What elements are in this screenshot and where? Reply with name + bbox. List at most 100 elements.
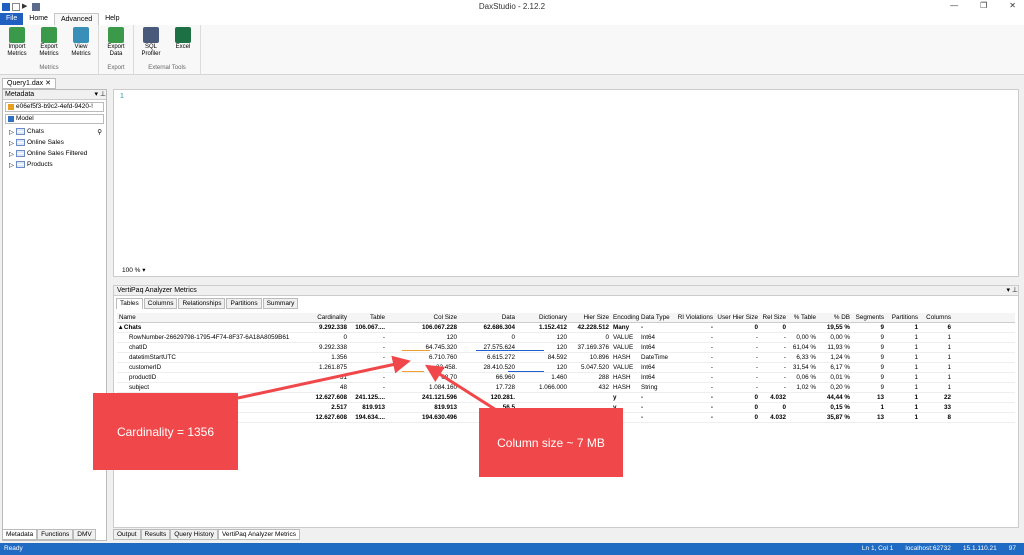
tab-tables[interactable]: Tables — [116, 298, 143, 309]
table-cell: 120 — [556, 364, 567, 371]
expand-icon[interactable]: ▷ — [9, 128, 14, 136]
tab-results[interactable]: Results — [140, 529, 171, 540]
tab-output[interactable]: Output — [113, 529, 141, 540]
pin-icon[interactable]: ▾ ⊥ — [94, 90, 106, 99]
table-cell: 6,17 % — [830, 364, 850, 371]
tree-item-chats[interactable]: ▷ Chats ⚲ — [3, 126, 106, 137]
column-header[interactable]: Data — [459, 314, 517, 321]
pin-icon[interactable]: ▾ ⊥ — [1006, 286, 1018, 295]
tab-home[interactable]: Home — [23, 13, 54, 25]
tab-query1[interactable]: Query1.dax ✕ — [2, 78, 57, 89]
tree-item-online-sales-filtered[interactable]: ▷ Online Sales Filtered — [3, 148, 106, 159]
search-icon[interactable]: ⚲ — [97, 128, 106, 136]
tab-vertipaq-metrics[interactable]: VertiPaq Analyzer Metrics — [217, 529, 300, 540]
column-header[interactable]: Partitions — [886, 314, 920, 321]
table-cell: datetimStartUTC — [129, 354, 176, 361]
table-cell: HASH — [613, 354, 631, 361]
table-row[interactable]: RowNumber-26629798-1795-4F74-8F37-6A18A8… — [117, 333, 1015, 343]
table-cell: 12.627.608 — [315, 394, 347, 401]
expand-icon[interactable]: ▷ — [9, 161, 14, 169]
table-cell: - — [755, 344, 758, 351]
sql-profiler-icon — [143, 27, 159, 43]
column-header[interactable]: Columns — [920, 314, 953, 321]
export-metrics-button[interactable]: Export Metrics — [35, 25, 63, 65]
tab-dmv[interactable]: DMV — [73, 529, 96, 540]
close-button[interactable]: ✕ — [1009, 1, 1016, 10]
table-cell: 1 — [914, 344, 918, 351]
table-cell: 120 — [556, 334, 567, 341]
column-header[interactable]: % Table — [788, 314, 818, 321]
table-row[interactable]: customerID 1.261.875 - 33.458. 28.410.520 120… — [117, 363, 1015, 373]
table-cell: 13 — [876, 394, 884, 401]
table-cell: 1 — [914, 364, 918, 371]
chevron-down-icon[interactable]: ▾ — [142, 267, 145, 274]
line-number: 1 — [120, 93, 124, 100]
column-header[interactable]: User Hier Size — [715, 314, 760, 321]
close-icon[interactable]: ✕ — [45, 80, 51, 87]
tab-summary[interactable]: Summary — [262, 298, 299, 309]
tab-partitions[interactable]: Partitions — [226, 298, 262, 309]
table-cell: 6.615.272 — [486, 354, 515, 361]
tab-help[interactable]: Help — [99, 13, 125, 25]
tab-columns[interactable]: Columns — [143, 298, 178, 309]
model-selector[interactable]: Model — [5, 114, 104, 124]
tab-metadata[interactable]: Metadata — [2, 529, 38, 540]
tab-file[interactable]: File — [0, 13, 24, 25]
tab-relationships[interactable]: Relationships — [178, 298, 226, 309]
table-row[interactable]: chatID 9.292.338-64.745.320 27.575.624 120 3… — [117, 343, 1015, 353]
view-metrics-button[interactable]: View Metrics — [67, 25, 95, 65]
table-cell: Int64 — [641, 334, 656, 341]
export-data-button[interactable]: Export Data — [102, 25, 130, 65]
ribbon-group-label: External Tools — [148, 65, 186, 71]
maximize-button[interactable]: ❐ — [980, 1, 987, 10]
table-cell: - — [783, 354, 786, 361]
table-cell: 1 — [947, 384, 951, 391]
minimize-button[interactable]: — — [950, 1, 958, 10]
tab-functions[interactable]: Functions — [37, 529, 74, 540]
column-header[interactable]: Hier Size — [569, 314, 611, 321]
column-header[interactable]: Col Size — [387, 314, 459, 321]
table-cell: VALUE — [613, 364, 634, 371]
column-header[interactable]: Table — [349, 314, 387, 321]
column-header[interactable]: Name — [117, 314, 293, 321]
tab-advanced[interactable]: Advanced — [53, 13, 100, 25]
column-header[interactable]: Segments — [852, 314, 886, 321]
ribbon-group-metrics: Import Metrics Export Metrics View Metri… — [0, 25, 99, 74]
table-row[interactable]: datetimStartUTC 1.356 - 6.710.760 6.615.272 8… — [117, 353, 1015, 363]
excel-button[interactable]: Excel — [169, 25, 197, 65]
connection-selector[interactable]: e06ef5f3-b9c2-4efd-9420-! — [5, 102, 104, 112]
column-header[interactable]: Rel Size — [760, 314, 788, 321]
column-header[interactable]: Dictionary — [517, 314, 569, 321]
table-row[interactable]: subject 48 - 1.084.160 17.728 1.066.000 432 HAS… — [117, 383, 1015, 393]
expand-icon[interactable]: ▷ — [9, 139, 14, 147]
table-cell: 120 — [446, 334, 457, 341]
table-row[interactable]: ▴ Chats 9.292.338 106.067.... 106.067.228 62… — [117, 323, 1015, 333]
table-row[interactable]: 12.627.608 241.125.... 241.121.596 120.281.… — [117, 393, 1015, 403]
tree-item-products[interactable]: ▷ Products — [3, 159, 106, 170]
column-header[interactable]: Cardinality — [293, 314, 349, 321]
zoom-level[interactable]: 100 % ▾ — [122, 266, 146, 274]
expand-icon[interactable]: ▷ — [9, 150, 14, 158]
table-cell: 1.356 — [331, 354, 347, 361]
tree-item-online-sales[interactable]: ▷ Online Sales — [3, 137, 106, 148]
table-cell: 4.032 — [770, 414, 786, 421]
sql-profiler-button[interactable]: SQL Profiler — [137, 25, 165, 65]
column-header[interactable]: Encoding — [611, 314, 639, 321]
column-header[interactable]: % DB — [818, 314, 852, 321]
table-cell: 37.169.376 — [577, 344, 609, 351]
table-cell: - — [710, 384, 713, 391]
cursor-position: Ln 1, Col 1 — [861, 545, 894, 552]
column-header[interactable]: RI Violations — [673, 314, 715, 321]
tab-query-history[interactable]: Query History — [170, 529, 218, 540]
table-cell: - — [641, 414, 644, 421]
query-editor[interactable]: 1 100 % ▾ — [113, 89, 1019, 277]
import-metrics-button[interactable]: Import Metrics — [3, 25, 31, 65]
table-cell: - — [710, 404, 713, 411]
table-cell: 1.261.875 — [318, 364, 347, 371]
window-title: DaxStudio - 2.12.2 — [478, 2, 546, 11]
table-cell: 120.281. — [490, 394, 515, 401]
table-row[interactable]: productID 31 - 68.70 66.960 1.460 288 HASH Int64… — [117, 373, 1015, 383]
table-cell: 10.896 — [589, 354, 609, 361]
table-cell: 819.913 — [434, 404, 457, 411]
column-header[interactable]: Data Type — [639, 314, 673, 321]
